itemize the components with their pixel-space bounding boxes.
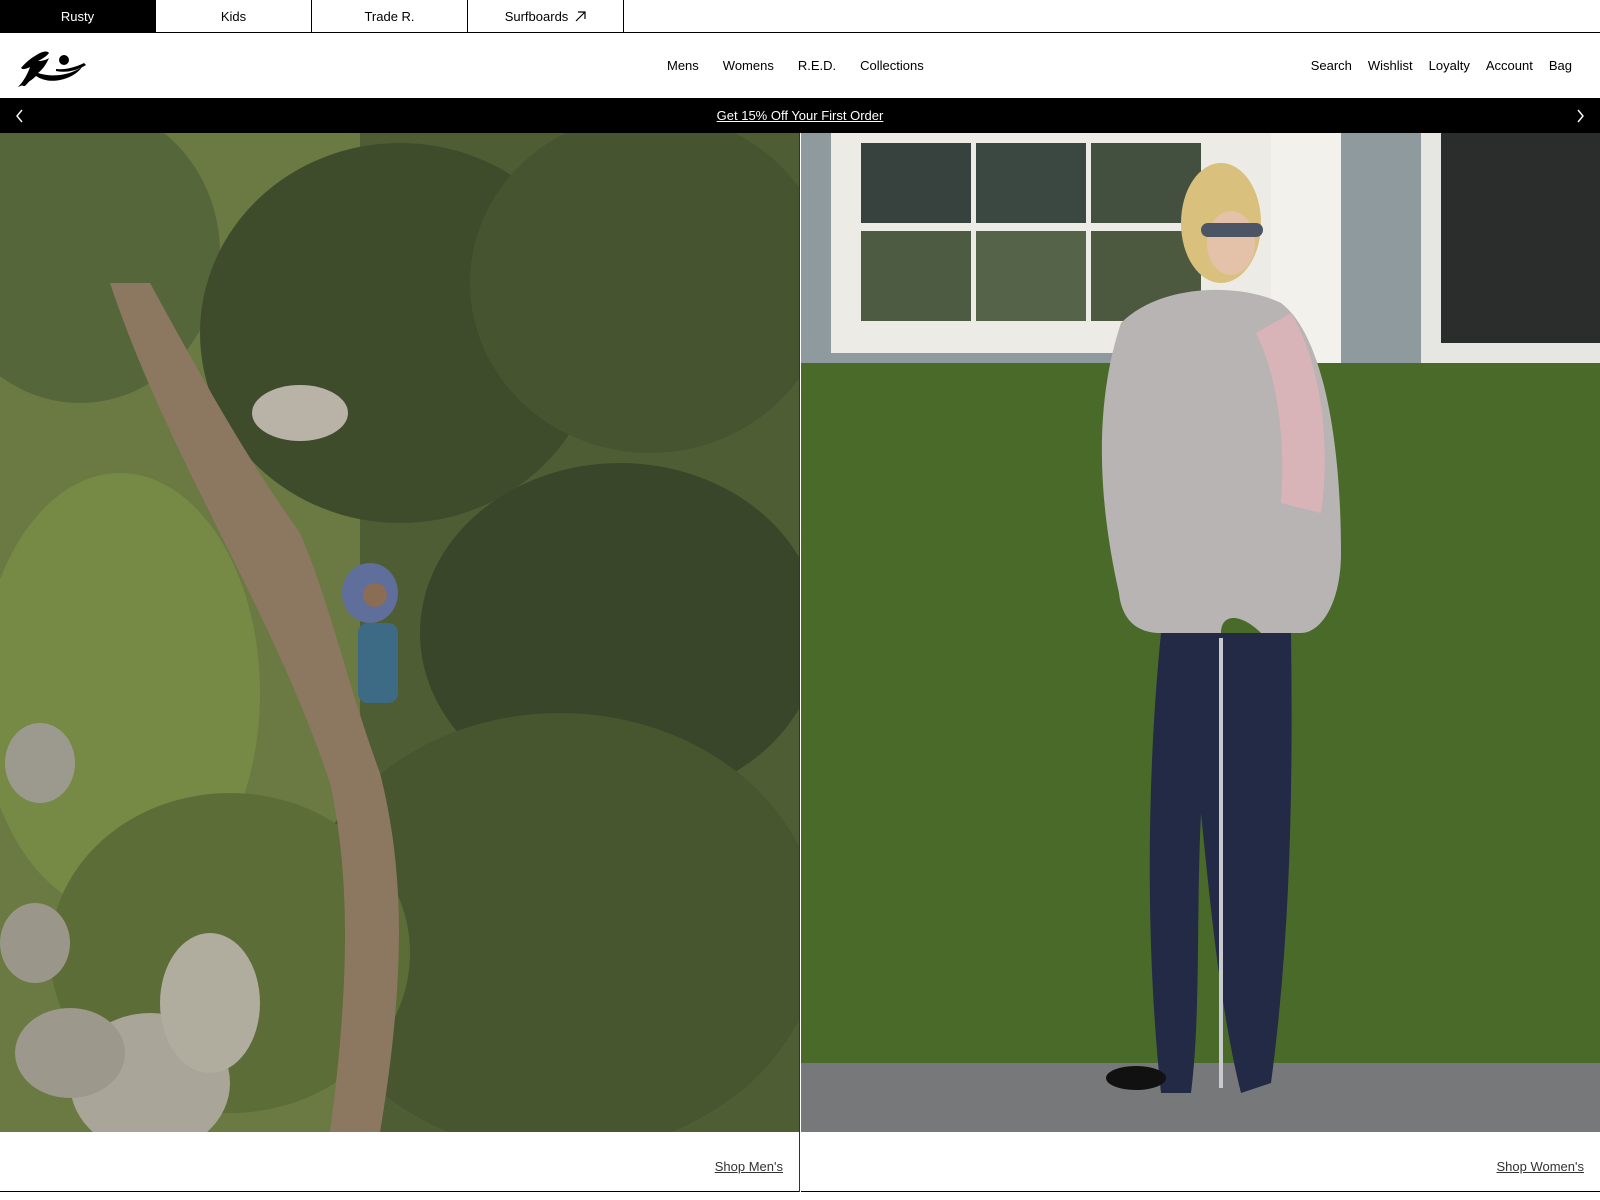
wishlist-link[interactable]: Wishlist	[1368, 58, 1413, 73]
account-link[interactable]: Account	[1486, 58, 1533, 73]
chevron-right-icon[interactable]	[1570, 106, 1590, 126]
hero-panel-womens: Shop Women's	[801, 133, 1600, 1192]
hero-panel-mens: Shop Men's	[0, 133, 800, 1192]
nav-collections[interactable]: Collections	[860, 58, 924, 73]
announcement-link[interactable]: Get 15% Off Your First Order	[717, 108, 884, 123]
site-header: Mens Womens R.E.D. Collections Search Wi…	[0, 33, 1600, 98]
main-nav: Mens Womens R.E.D. Collections	[667, 33, 948, 98]
brand-tab-kids[interactable]: Kids	[156, 0, 312, 32]
announcement-bar: Get 15% Off Your First Order	[0, 98, 1600, 133]
nav-mens[interactable]: Mens	[667, 58, 699, 73]
shop-mens-link[interactable]: Shop Men's	[715, 1159, 783, 1174]
brand-tab-rusty[interactable]: Rusty	[0, 0, 156, 32]
brand-tab-label: Surfboards	[504, 8, 569, 24]
hero-image-mens[interactable]	[0, 133, 799, 1132]
chevron-left-icon[interactable]	[10, 106, 30, 126]
bag-link[interactable]: Bag	[1549, 58, 1572, 73]
mens-footer: Shop Men's	[0, 1132, 799, 1192]
nav-womens[interactable]: Womens	[723, 58, 774, 73]
brand-tabs: Rusty Kids Trade R. Surfboards	[0, 0, 1600, 33]
utility-nav: Search Wishlist Loyalty Account Bag	[1295, 33, 1572, 98]
brand-tab-label: Rusty	[60, 8, 95, 24]
external-link-icon	[575, 10, 586, 22]
search-link[interactable]: Search	[1311, 58, 1352, 73]
rusty-logo[interactable]	[16, 43, 90, 89]
loyalty-link[interactable]: Loyalty	[1429, 58, 1470, 73]
brand-tab-label: Trade R.	[364, 8, 415, 24]
brand-tab-label: Kids	[220, 8, 247, 24]
womens-footer: Shop Women's	[801, 1132, 1600, 1192]
brand-tab-surfboards[interactable]: Surfboards	[468, 0, 624, 32]
nav-red[interactable]: R.E.D.	[798, 58, 836, 73]
hero-image-womens[interactable]	[801, 133, 1600, 1132]
shop-womens-link[interactable]: Shop Women's	[1496, 1159, 1584, 1174]
brand-tab-trade[interactable]: Trade R.	[312, 0, 468, 32]
